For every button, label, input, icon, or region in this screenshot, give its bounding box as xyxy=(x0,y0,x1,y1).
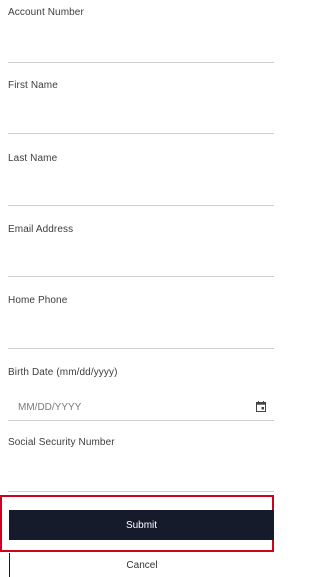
registration-form: Account Number First Name Last Name Emai… xyxy=(0,0,274,577)
first-name-input[interactable] xyxy=(8,115,274,134)
birth-date-input[interactable] xyxy=(8,394,274,421)
first-name-label: First Name xyxy=(8,80,58,91)
last-name-input[interactable] xyxy=(8,187,274,206)
email-input[interactable] xyxy=(8,258,274,277)
home-phone-label: Home Phone xyxy=(8,295,68,306)
ssn-input[interactable] xyxy=(8,473,274,492)
email-label: Email Address xyxy=(8,224,74,235)
calendar-icon[interactable] xyxy=(256,401,266,412)
ssn-label: Social Security Number xyxy=(8,437,115,448)
submit-button[interactable]: Submit xyxy=(9,510,274,540)
account-number-label: Account Number xyxy=(8,7,84,18)
account-number-input[interactable] xyxy=(8,44,274,63)
cancel-button[interactable]: Cancel xyxy=(9,553,274,577)
last-name-label: Last Name xyxy=(8,153,58,164)
home-phone-input[interactable] xyxy=(8,330,274,349)
birth-date-label: Birth Date (mm/dd/yyyy) xyxy=(8,367,118,378)
